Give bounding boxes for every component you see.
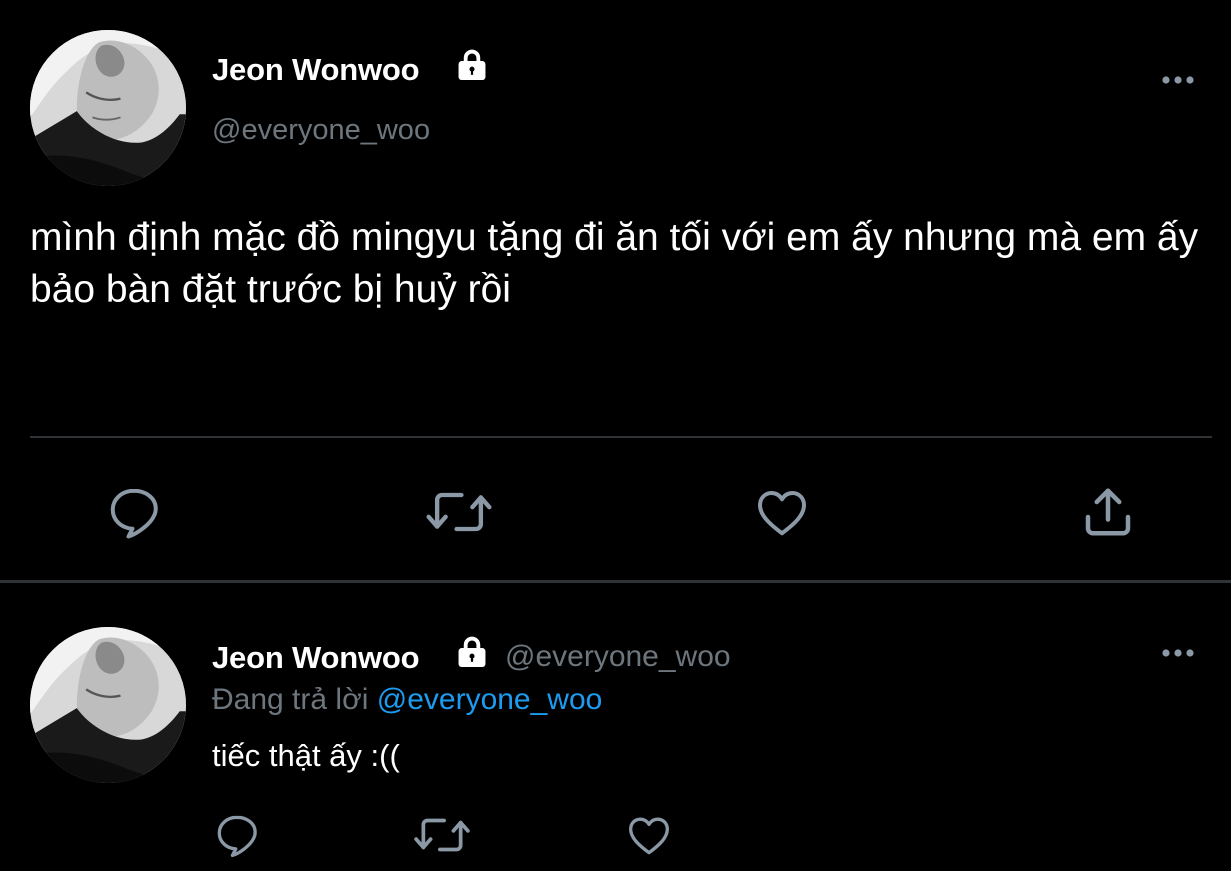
divider (0, 580, 1231, 583)
reply-icon[interactable] (104, 482, 164, 542)
reply-icon[interactable] (212, 810, 262, 860)
replying-prefix: Đang trả lời (212, 683, 369, 716)
retweet-icon[interactable] (425, 482, 493, 542)
replying-to-line: Đang trả lời @everyone_woo (212, 683, 602, 717)
retweet-icon[interactable] (413, 810, 471, 860)
avatar[interactable] (30, 627, 186, 783)
main-tweet: Jeon Wonwoo @everyone_woo mình định mặc … (0, 0, 1231, 582)
user-handle[interactable]: @everyone_woo (212, 114, 430, 147)
tweet-text: tiếc thật ấy :(( (212, 738, 400, 773)
display-name[interactable]: Jeon Wonwoo (212, 52, 420, 88)
avatar-photo-icon (30, 627, 186, 783)
avatar-photo-icon (30, 30, 186, 186)
like-icon[interactable] (624, 810, 674, 860)
like-icon[interactable] (752, 482, 812, 542)
lock-icon (453, 46, 491, 84)
lock-icon (453, 633, 491, 671)
more-horizontal-icon[interactable] (1158, 646, 1198, 660)
more-horizontal-icon[interactable] (1158, 73, 1198, 87)
tweet-text: mình định mặc đồ mingyu tặng đi ăn tối v… (30, 216, 1199, 311)
user-handle[interactable]: @everyone_woo (505, 640, 731, 674)
tweet-thread-screen: Jeon Wonwoo @everyone_woo mình định mặc … (0, 0, 1231, 871)
share-icon[interactable] (1078, 482, 1138, 542)
avatar[interactable] (30, 30, 186, 186)
divider (30, 436, 1212, 438)
mention-link[interactable]: @everyone_woo (377, 683, 603, 716)
display-name[interactable]: Jeon Wonwoo (212, 640, 420, 676)
